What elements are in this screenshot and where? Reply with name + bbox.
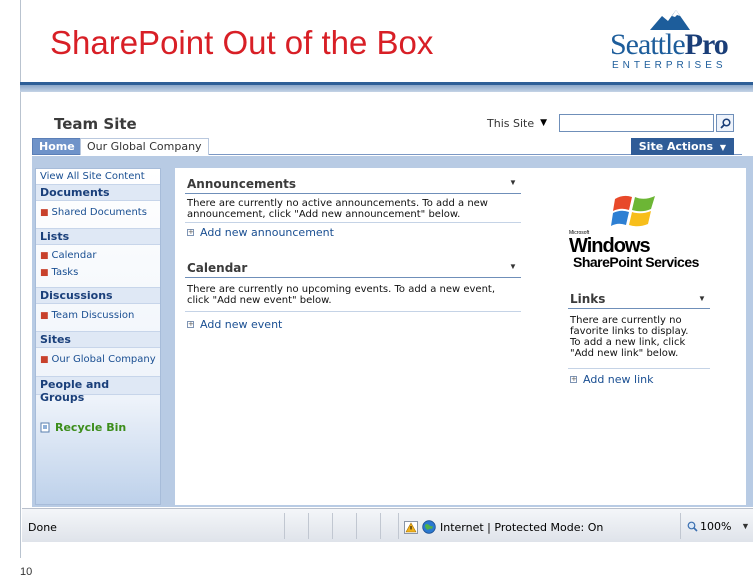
windows-sharepoint-services-logo: Microsoft Windows SharePoint Services bbox=[569, 193, 719, 273]
slide-title: SharePoint Out of the Box bbox=[50, 24, 434, 61]
links-message: There are currently no favorite links to… bbox=[570, 315, 689, 359]
search-scope-label: This Site bbox=[487, 116, 535, 130]
webpart-menu-icon[interactable]: ▼ bbox=[698, 294, 706, 303]
add-link-label: Add new event bbox=[200, 318, 283, 331]
seattlepro-logo: SeattlePro ENTERPRISES bbox=[600, 6, 753, 76]
announcements-divider bbox=[185, 222, 521, 223]
recycle-bin-icon bbox=[40, 422, 50, 433]
top-navigation: Home Our Global Company Site Actions ▼ bbox=[32, 138, 742, 155]
add-link-label: Add new link bbox=[583, 373, 654, 386]
browser-screenshot: Team Site This Site ▼ Home Our Global Co… bbox=[22, 92, 753, 542]
nav-item-label: Our Global Company bbox=[51, 354, 156, 365]
body-area: View All Site Content Documents ■ Shared … bbox=[32, 156, 753, 507]
add-new-event-link[interactable]: + Add new event bbox=[187, 318, 282, 331]
site-title[interactable]: Team Site bbox=[54, 115, 137, 133]
status-separator bbox=[680, 513, 681, 539]
zoom-icon bbox=[687, 521, 698, 532]
nav-item-label: Shared Documents bbox=[51, 207, 147, 218]
nav-item-tasks[interactable]: ■ Tasks bbox=[40, 267, 78, 278]
calendar-rule bbox=[185, 277, 521, 278]
status-separator bbox=[356, 513, 357, 539]
search-scope-select[interactable]: This Site ▼ bbox=[487, 115, 547, 131]
status-separator bbox=[308, 513, 309, 539]
chevron-down-icon: ▼ bbox=[719, 143, 726, 152]
add-item-icon: + bbox=[187, 228, 194, 236]
nav-item-shared-documents[interactable]: ■ Shared Documents bbox=[40, 207, 147, 218]
nav-item-label: Team Discussion bbox=[51, 310, 135, 321]
slide-left-border-bottom bbox=[20, 548, 21, 558]
nav-item-label: Calendar bbox=[51, 250, 97, 261]
recycle-bin-link[interactable]: Recycle Bin bbox=[40, 421, 126, 434]
wss-product-text: SharePoint Services bbox=[573, 254, 699, 270]
status-separator bbox=[398, 513, 399, 539]
add-new-link-link[interactable]: + Add new link bbox=[570, 373, 653, 386]
announcements-rule bbox=[185, 193, 521, 194]
links-divider bbox=[568, 368, 710, 369]
search-button[interactable] bbox=[716, 114, 734, 132]
calendar-divider bbox=[185, 311, 521, 312]
protected-mode-icon bbox=[404, 520, 418, 534]
logo-seattle-text: Seattle bbox=[610, 28, 686, 61]
status-separator bbox=[332, 513, 333, 539]
tab-home[interactable]: Home bbox=[32, 138, 82, 155]
calendar-title[interactable]: Calendar bbox=[187, 261, 247, 275]
nav-item-team-discussion[interactable]: ■ Team Discussion bbox=[40, 310, 134, 321]
bullet-icon: ■ bbox=[40, 208, 49, 218]
search-input[interactable] bbox=[559, 114, 714, 132]
top-strip bbox=[22, 92, 753, 106]
view-all-site-content-link[interactable]: View All Site Content bbox=[40, 171, 145, 182]
nav-item-calendar[interactable]: ■ Calendar bbox=[40, 250, 96, 261]
mountain-logo-icon bbox=[650, 10, 690, 30]
bullet-icon: ■ bbox=[40, 355, 49, 365]
slide: SharePoint Out of the Box SeattlePro ENT… bbox=[0, 0, 753, 581]
globe-icon bbox=[422, 520, 436, 534]
add-item-icon: + bbox=[187, 320, 194, 328]
status-separator bbox=[380, 513, 381, 539]
nav-heading-documents[interactable]: Documents bbox=[36, 184, 160, 201]
logo-enterprises-text: ENTERPRISES bbox=[612, 60, 727, 71]
slide-number: 10 bbox=[20, 566, 33, 578]
add-link-label: Add new announcement bbox=[200, 226, 334, 239]
logo-pro-text: Pro bbox=[684, 28, 729, 61]
calendar-message: There are currently no upcoming events. … bbox=[187, 284, 496, 306]
recycle-bin-label: Recycle Bin bbox=[55, 421, 127, 434]
links-title[interactable]: Links bbox=[570, 292, 605, 306]
security-zone[interactable]: Internet | Protected Mode: On bbox=[404, 520, 603, 534]
bullet-icon: ■ bbox=[40, 311, 49, 321]
chevron-down-icon: ▼ bbox=[540, 118, 548, 128]
bullet-icon: ■ bbox=[40, 251, 49, 261]
windows-flag-icon bbox=[611, 195, 655, 227]
status-text: Done bbox=[28, 521, 57, 534]
security-zone-label: Internet | Protected Mode: On bbox=[440, 520, 604, 534]
quick-launch: View All Site Content Documents ■ Shared … bbox=[35, 168, 161, 505]
announcements-message: There are currently no active announceme… bbox=[187, 198, 488, 220]
main-content: Announcements ▼ There are currently no a… bbox=[175, 168, 746, 505]
zoom-level: 100% bbox=[700, 520, 732, 533]
webpart-menu-icon[interactable]: ▼ bbox=[509, 262, 517, 271]
nav-heading-sites[interactable]: Sites bbox=[36, 331, 160, 348]
search-icon bbox=[719, 117, 731, 129]
add-item-icon: + bbox=[570, 375, 577, 383]
nav-heading-people-and-groups[interactable]: People and Groups bbox=[36, 376, 160, 404]
zoom-control[interactable]: 100% bbox=[687, 520, 731, 533]
site-actions-label: Site Actions bbox=[638, 140, 713, 153]
logo-wordmark: SeattlePro bbox=[610, 28, 729, 62]
announcements-title[interactable]: Announcements bbox=[187, 177, 296, 191]
status-separator bbox=[284, 513, 285, 539]
nav-item-label: Tasks bbox=[51, 267, 79, 278]
nav-heading-discussions[interactable]: Discussions bbox=[36, 287, 160, 304]
site-actions-menu[interactable]: Site Actions ▼ bbox=[630, 138, 734, 155]
title-divider bbox=[20, 82, 753, 92]
bullet-icon: ■ bbox=[40, 268, 49, 278]
tab-our-global-company[interactable]: Our Global Company bbox=[80, 138, 209, 155]
nav-item-our-global-company[interactable]: ■ Our Global Company bbox=[40, 354, 156, 365]
webpart-menu-icon[interactable]: ▼ bbox=[509, 178, 517, 187]
nav-heading-lists[interactable]: Lists bbox=[36, 228, 160, 245]
status-bar: Done Internet | Protected Mode: On 100% … bbox=[22, 508, 753, 542]
add-new-announcement-link[interactable]: + Add new announcement bbox=[187, 226, 334, 239]
chevron-down-icon[interactable]: ▼ bbox=[741, 521, 750, 531]
links-rule bbox=[568, 308, 710, 309]
